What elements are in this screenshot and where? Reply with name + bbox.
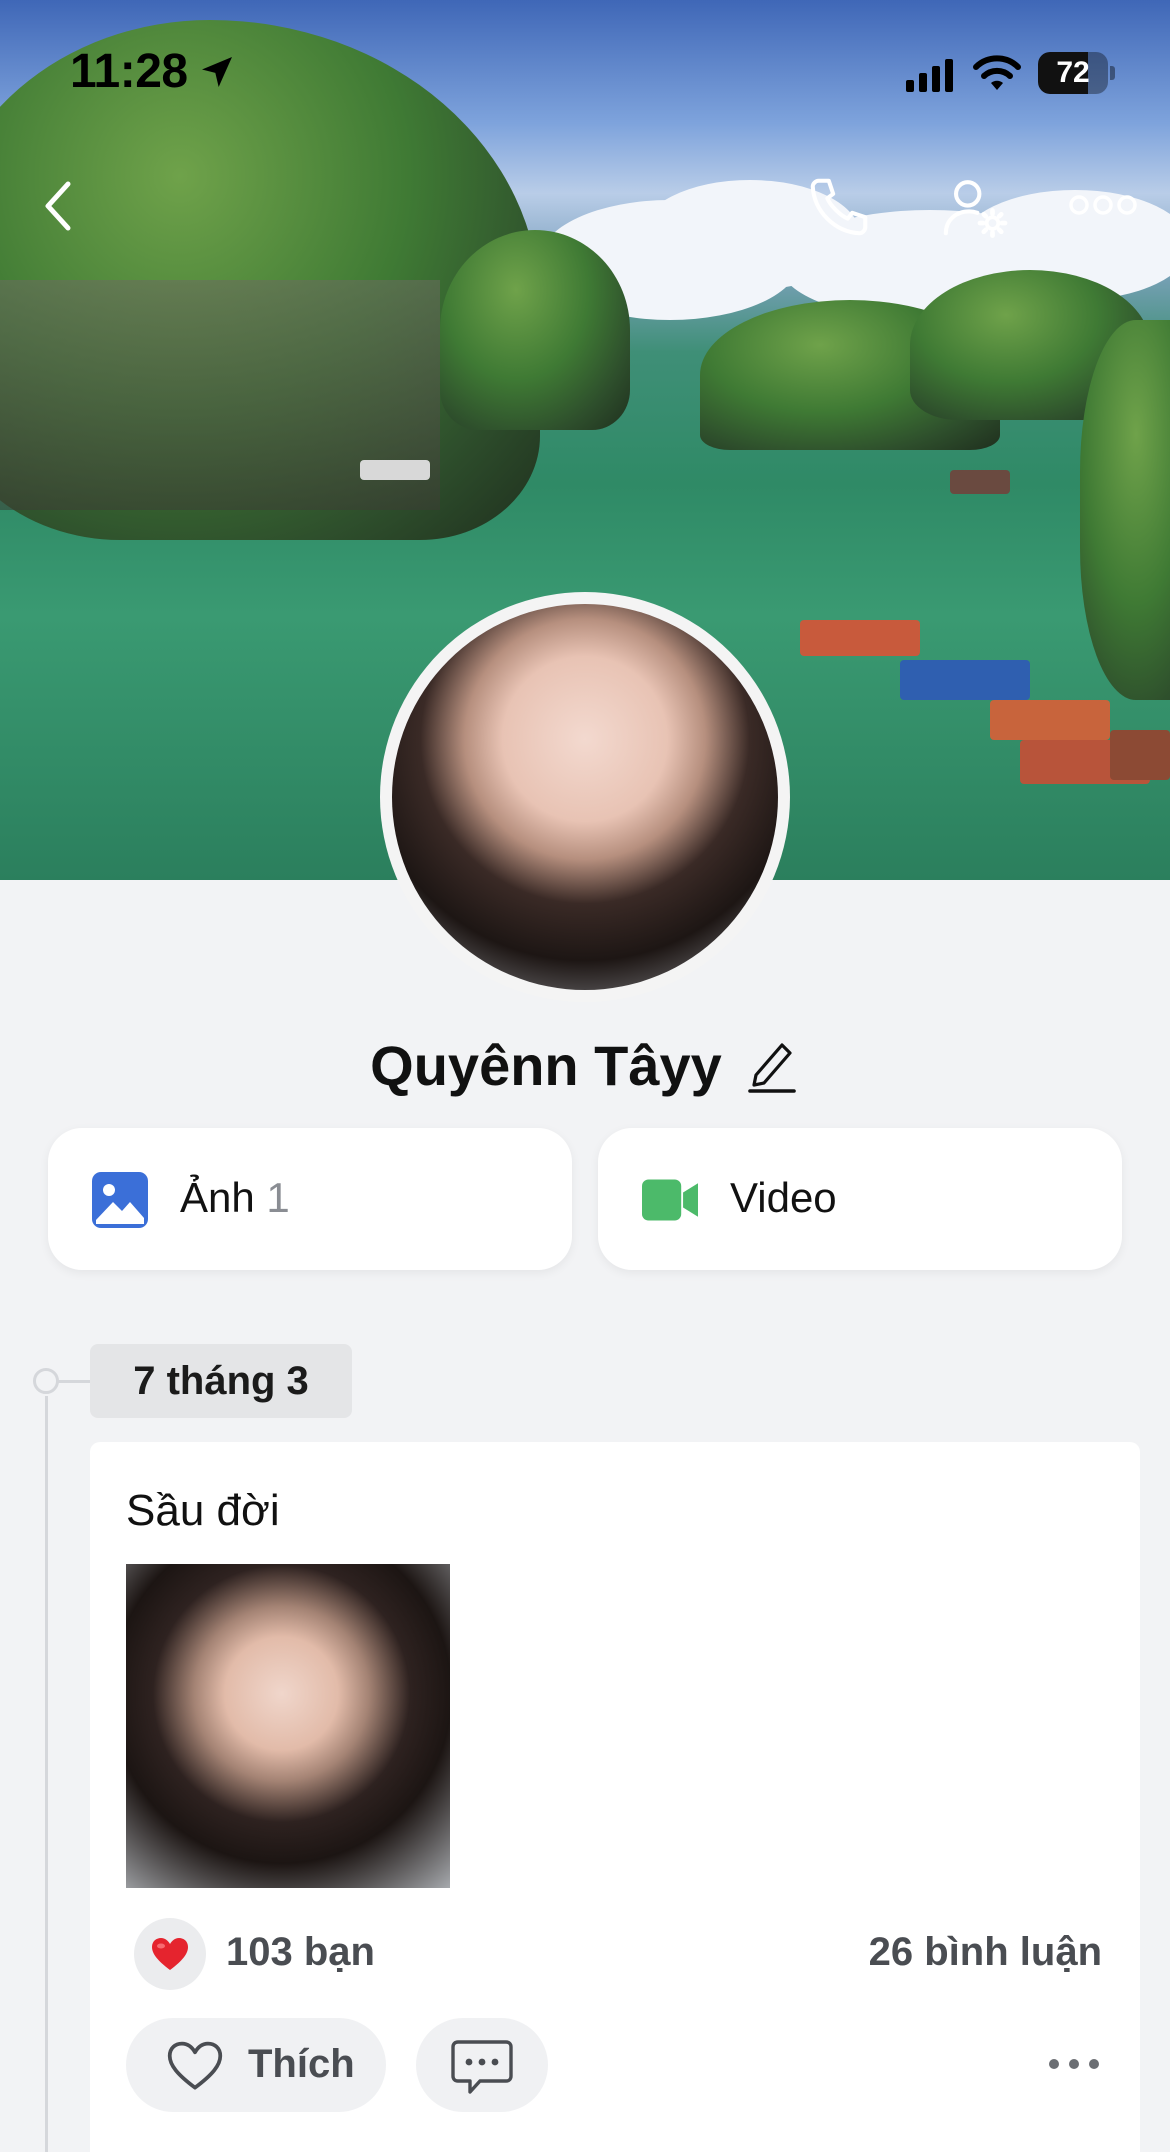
back-button[interactable]: [36, 176, 86, 236]
photos-count: 1: [266, 1174, 290, 1221]
battery-percent: 72: [1056, 56, 1090, 89]
like-button[interactable]: Thích: [126, 2018, 386, 2112]
back-icon: [45, 181, 71, 231]
timeline-date: 7 tháng 3: [90, 1344, 352, 1418]
comment-bubble-icon: [451, 2040, 513, 2094]
post-photo[interactable]: [126, 1564, 450, 1888]
profile-settings-button[interactable]: [940, 172, 1010, 242]
like-label: Thích: [248, 2042, 355, 2086]
more-options-button[interactable]: [1068, 180, 1138, 230]
timeline-connector: [58, 1380, 92, 1383]
timeline-dot: [33, 1368, 59, 1394]
timeline-line: [45, 1396, 48, 2152]
post-more-icon[interactable]: [1046, 2046, 1102, 2082]
heart-emoji-icon: [152, 1938, 188, 1970]
status-bar: 11:28 72: [0, 0, 1170, 150]
reaction-count[interactable]: 103 bạn: [226, 1930, 375, 1975]
battery-icon: 72: [1038, 52, 1116, 94]
status-time: 11:28: [70, 45, 188, 98]
comment-count[interactable]: 26 bình luận: [869, 1930, 1102, 1975]
comment-button[interactable]: [416, 2018, 548, 2112]
photo-icon: [92, 1172, 148, 1228]
user-settings-icon: [943, 180, 1008, 238]
location-arrow-icon: [202, 57, 232, 87]
photos-button[interactable]: Ảnh 1: [48, 1128, 572, 1270]
reaction-badge[interactable]: [134, 1918, 206, 1990]
post-text: Sầu đời: [126, 1486, 280, 1535]
photos-label: Ảnh 1: [180, 1174, 290, 1222]
post-card[interactable]: Sầu đời 103 bạn 26 bình luận Thích: [90, 1442, 1140, 2152]
phone-icon: [810, 178, 868, 236]
video-camera-icon: [642, 1179, 698, 1221]
profile-name: Quyênn Tâyy: [370, 1033, 722, 1097]
wifi-icon: [973, 55, 1021, 90]
profile-name-row: Quyênn Tâyy: [0, 1030, 1170, 1100]
profile-avatar[interactable]: [380, 592, 790, 1002]
edit-name-icon[interactable]: [744, 1034, 800, 1096]
video-label: Video: [730, 1174, 837, 1221]
call-button[interactable]: [804, 172, 874, 242]
avatar-photo: [392, 604, 778, 990]
cellular-signal-icon: [906, 59, 953, 92]
video-button[interactable]: Video: [598, 1128, 1122, 1270]
heart-outline-icon: [167, 2041, 223, 2090]
photos-label-text: Ảnh: [180, 1174, 255, 1221]
more-icon: [1069, 195, 1137, 215]
